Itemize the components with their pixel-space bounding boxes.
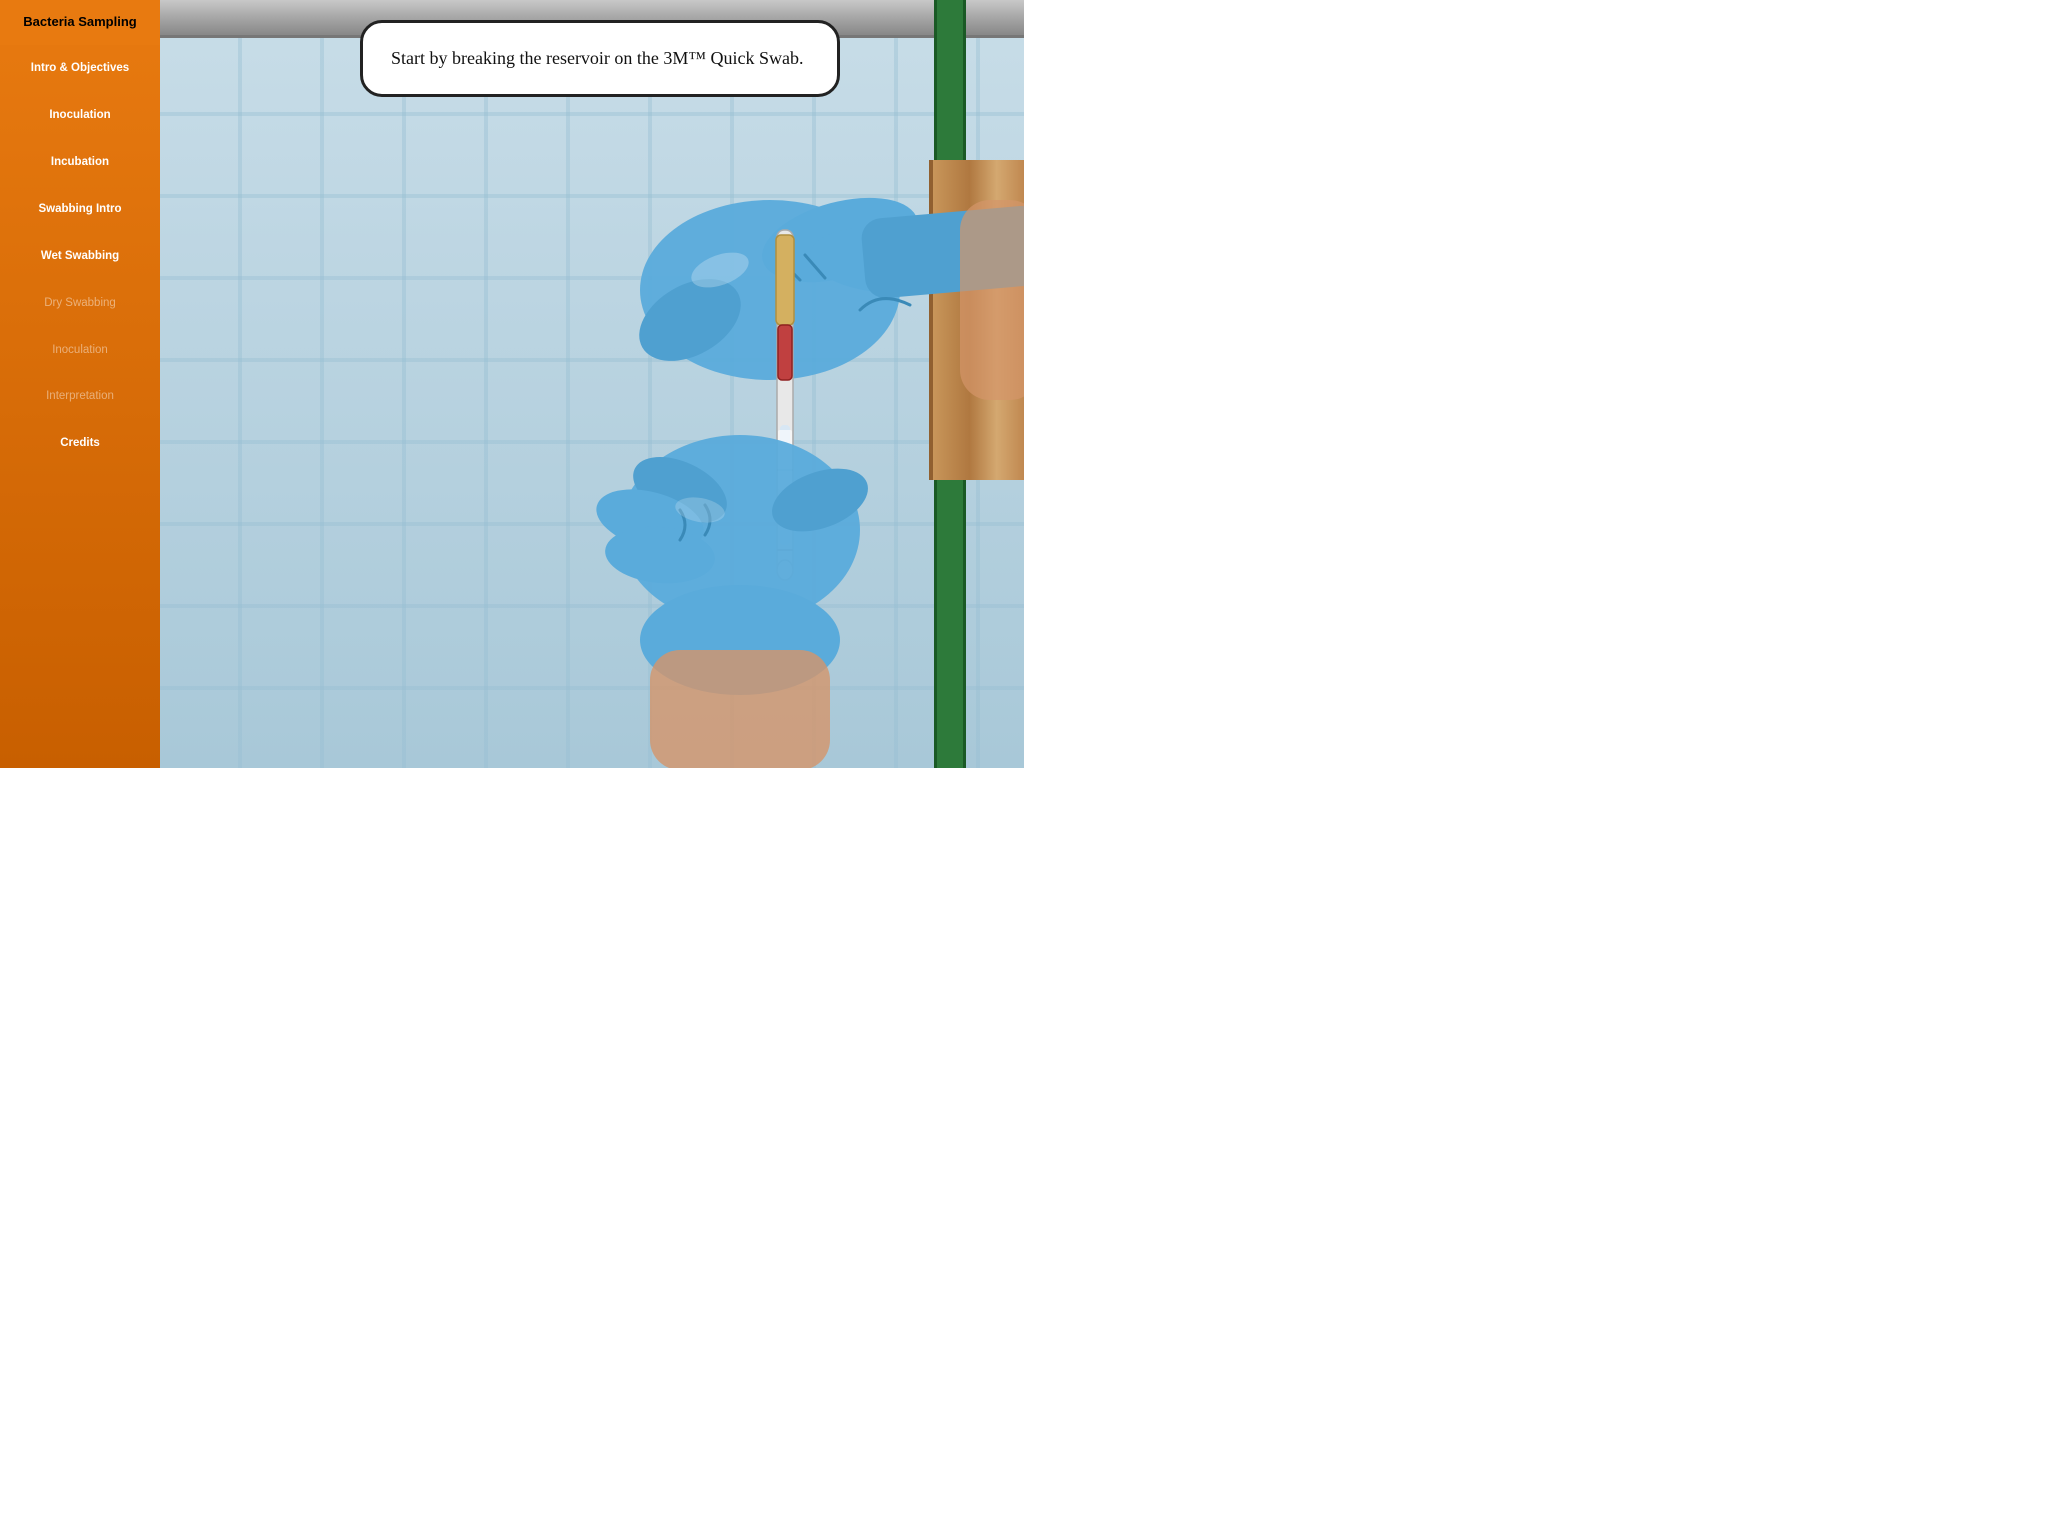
sidebar: Bacteria Sampling Intro & Objectives Ino… [0, 0, 160, 768]
speech-bubble-text: Start by breaking the reservoir on the 3… [391, 48, 804, 68]
sidebar-item-intro[interactable]: Intro & Objectives [0, 45, 160, 92]
sidebar-item-interpretation[interactable]: Interpretation [0, 373, 160, 420]
sidebar-item-swabbing-intro[interactable]: Swabbing Intro [0, 186, 160, 233]
lower-hand [590, 435, 877, 768]
main-scene: Start by breaking the reservoir on the 3… [160, 0, 1024, 768]
sidebar-item-incubation[interactable]: Incubation [0, 139, 160, 186]
sidebar-item-inoculation1[interactable]: Inoculation [0, 92, 160, 139]
sidebar-item-wet-swabbing[interactable]: Wet Swabbing [0, 233, 160, 280]
scene-illustration [160, 0, 1024, 768]
sidebar-item-inoculation2[interactable]: Inoculation [0, 327, 160, 374]
sidebar-item-dry-swabbing[interactable]: Dry Swabbing [0, 280, 160, 327]
sidebar-item-credits[interactable]: Credits [0, 420, 160, 467]
sidebar-title: Bacteria Sampling [0, 0, 160, 45]
speech-bubble: Start by breaking the reservoir on the 3… [360, 20, 840, 97]
